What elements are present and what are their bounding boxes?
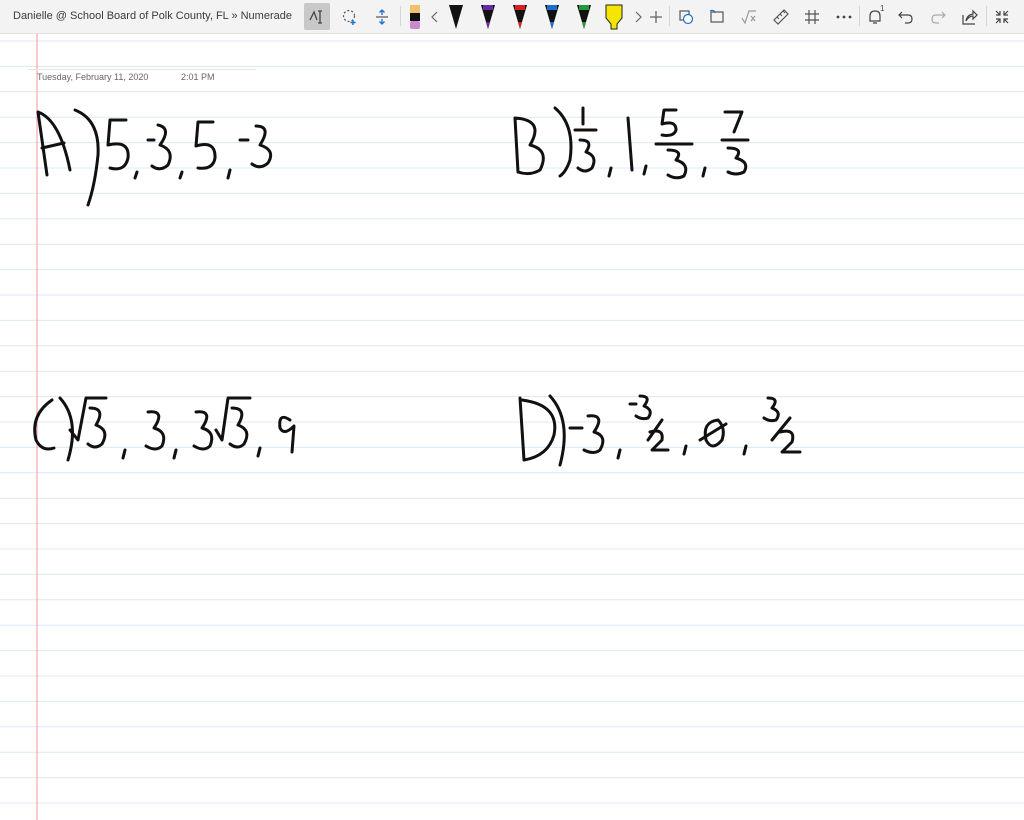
notifications-icon[interactable]: 1 xyxy=(862,3,888,30)
ink-to-shape-icon[interactable] xyxy=(704,3,730,30)
lasso-select-icon[interactable] xyxy=(337,3,363,30)
fullscreen-icon[interactable] xyxy=(989,3,1015,30)
more-icon[interactable] xyxy=(831,3,857,30)
add-space-icon[interactable] xyxy=(369,3,395,30)
math-icon[interactable] xyxy=(736,3,762,30)
ink-problem-c xyxy=(33,396,296,462)
ink-problem-a xyxy=(36,108,273,207)
ruler-icon[interactable] xyxy=(768,3,794,30)
ink-problem-d xyxy=(518,394,802,467)
pen-icon[interactable] xyxy=(507,3,533,30)
toolbar-separator xyxy=(859,6,860,26)
redo-icon[interactable] xyxy=(925,3,951,30)
share-icon[interactable] xyxy=(957,3,983,30)
toolbar-separator xyxy=(400,6,401,26)
highlighter-icon[interactable] xyxy=(601,3,627,30)
pen-icon[interactable] xyxy=(443,3,469,30)
pen-icon[interactable] xyxy=(475,3,501,30)
ink-problem-b xyxy=(513,106,750,180)
toolbar: Danielle @ School Board of Polk County, … xyxy=(0,0,1024,34)
breadcrumb[interactable]: Danielle @ School Board of Polk County, … xyxy=(13,10,292,22)
toolbar-separator xyxy=(986,6,987,26)
note-page[interactable]: Tuesday, February 11, 2020 2:01 PM xyxy=(0,34,1024,820)
grid-icon[interactable] xyxy=(799,3,825,30)
shapes-icon[interactable] xyxy=(673,3,699,30)
toolbar-separator xyxy=(669,6,670,26)
pen-icon[interactable] xyxy=(571,3,597,30)
add-pen-icon[interactable] xyxy=(643,3,669,30)
ink-canvas xyxy=(33,106,802,467)
ink-to-text-icon[interactable] xyxy=(304,3,330,30)
notification-count: 1 xyxy=(880,4,885,13)
pen-icon[interactable] xyxy=(539,3,565,30)
undo-icon[interactable] xyxy=(893,3,919,30)
